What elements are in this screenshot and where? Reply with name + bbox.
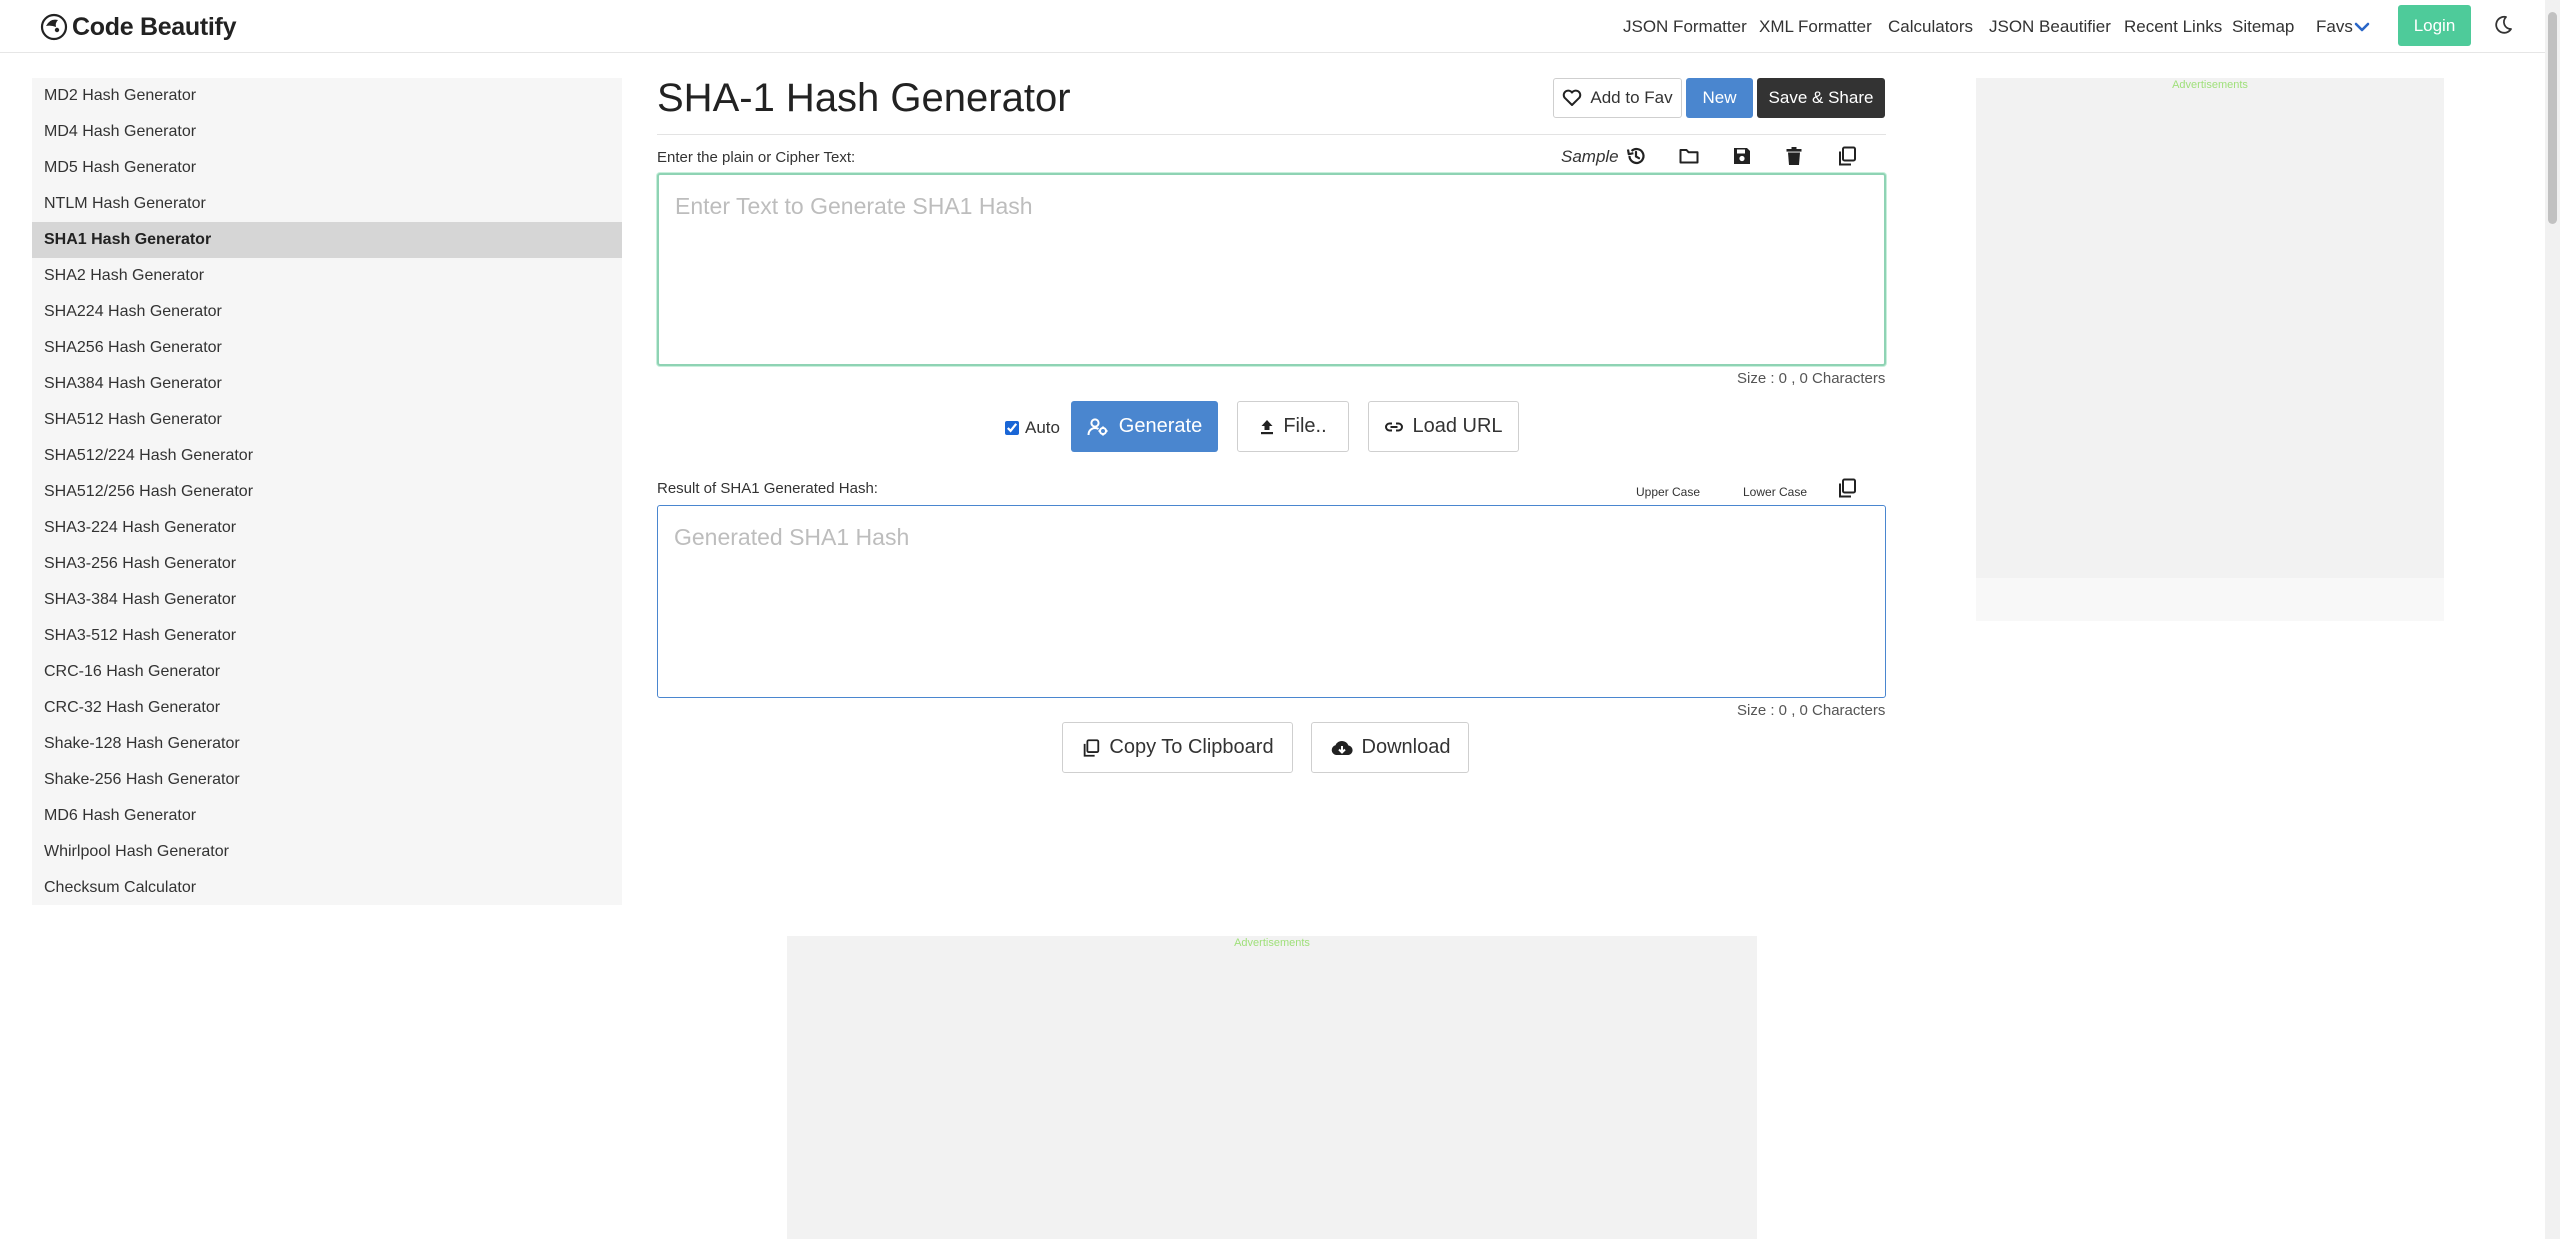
output-label: Result of SHA1 Generated Hash:	[657, 480, 878, 497]
save-share-button[interactable]: Save & Share	[1757, 78, 1885, 118]
sidebar-item-sha1[interactable]: SHA1 Hash Generator	[32, 222, 622, 258]
load-url-label: Load URL	[1412, 415, 1503, 437]
nav-json-formatter[interactable]: JSON Formatter	[1623, 17, 1747, 37]
upper-case-link[interactable]: Upper Case	[1636, 485, 1700, 499]
download-button[interactable]: Download	[1311, 722, 1469, 773]
nav-xml-formatter[interactable]: XML Formatter	[1759, 17, 1872, 37]
ad-bottom-label: Advertisements	[1234, 937, 1310, 949]
lower-case-link[interactable]: Lower Case	[1743, 485, 1807, 499]
sidebar-item-sha224[interactable]: SHA224 Hash Generator	[32, 294, 622, 330]
auto-label: Auto	[1025, 418, 1060, 437]
nav-favs[interactable]: Favs	[2316, 17, 2353, 37]
output-size-label: Size : 0 , 0 Characters	[1737, 702, 1886, 719]
generate-button[interactable]: Generate	[1071, 401, 1218, 452]
hash-output[interactable]	[657, 505, 1886, 698]
ad-right-label: Advertisements	[2172, 79, 2248, 91]
save-icon[interactable]	[1731, 145, 1753, 167]
upload-icon	[1261, 419, 1274, 434]
copy-to-clipboard-label: Copy To Clipboard	[1109, 736, 1274, 758]
scrollbar-thumb[interactable]	[2548, 12, 2557, 224]
auto-toggle[interactable]: Auto	[1005, 418, 1060, 438]
copy-result-icon[interactable]	[1836, 477, 1858, 499]
sidebar-item-sha384[interactable]: SHA384 Hash Generator	[32, 366, 622, 402]
nav-sitemap[interactable]: Sitemap	[2232, 17, 2294, 37]
plain-text-input[interactable]	[657, 173, 1886, 366]
sidebar-item-shake128[interactable]: Shake-128 Hash Generator	[32, 726, 622, 762]
nav-calculators[interactable]: Calculators	[1888, 17, 1973, 37]
input-label: Enter the plain or Cipher Text:	[657, 149, 856, 166]
cloud-download-icon	[1331, 740, 1353, 755]
clipboard-icon	[1084, 738, 1100, 757]
sidebar-item-sha3-384[interactable]: SHA3-384 Hash Generator	[32, 582, 622, 618]
nav-json-beautifier[interactable]: JSON Beautifier	[1989, 17, 2111, 37]
title-divider	[657, 134, 1886, 135]
sidebar-item-shake256[interactable]: Shake-256 Hash Generator	[32, 762, 622, 798]
sidebar-item-ntlm[interactable]: NTLM Hash Generator	[32, 186, 622, 222]
add-to-fav-label: Add to Fav	[1590, 88, 1673, 107]
auto-checkbox[interactable]	[1005, 421, 1019, 435]
copy-icon[interactable]	[1836, 145, 1858, 167]
sidebar-item-md4[interactable]: MD4 Hash Generator	[32, 114, 622, 150]
sidebar: MD2 Hash Generator MD4 Hash Generator MD…	[32, 78, 622, 905]
new-button[interactable]: New	[1686, 78, 1753, 118]
brand-logo-icon	[40, 13, 68, 41]
sidebar-item-crc32[interactable]: CRC-32 Hash Generator	[32, 690, 622, 726]
sidebar-item-sha2[interactable]: SHA2 Hash Generator	[32, 258, 622, 294]
trash-icon[interactable]	[1783, 145, 1805, 167]
sidebar-item-md2[interactable]: MD2 Hash Generator	[32, 78, 622, 114]
sidebar-item-sha512[interactable]: SHA512 Hash Generator	[32, 402, 622, 438]
history-icon[interactable]	[1625, 145, 1647, 167]
top-navbar: Code Beautify JSON Formatter XML Formatt…	[0, 0, 2560, 53]
copy-to-clipboard-button[interactable]: Copy To Clipboard	[1062, 722, 1293, 773]
nav-recent-links[interactable]: Recent Links	[2124, 17, 2222, 37]
brand-name: Code Beautify	[72, 12, 237, 41]
download-label: Download	[1361, 736, 1451, 758]
heart-icon	[1563, 89, 1582, 106]
sidebar-item-sha3-512[interactable]: SHA3-512 Hash Generator	[32, 618, 622, 654]
sidebar-item-sha256[interactable]: SHA256 Hash Generator	[32, 330, 622, 366]
input-size-label: Size : 0 , 0 Characters	[1737, 370, 1886, 387]
moon-icon[interactable]	[2492, 14, 2514, 36]
sidebar-item-md6[interactable]: MD6 Hash Generator	[32, 798, 622, 834]
user-gear-icon	[1087, 417, 1108, 435]
sidebar-item-crc16[interactable]: CRC-16 Hash Generator	[32, 654, 622, 690]
generate-label: Generate	[1118, 415, 1203, 437]
ad-right-footer	[1976, 578, 2444, 621]
ad-right: Advertisements	[1976, 78, 2444, 578]
sidebar-item-whirlpool[interactable]: Whirlpool Hash Generator	[32, 834, 622, 870]
brand[interactable]: Code Beautify	[40, 10, 236, 44]
sidebar-item-sha512-224[interactable]: SHA512/224 Hash Generator	[32, 438, 622, 474]
chevron-down-icon[interactable]	[2354, 20, 2370, 34]
sidebar-item-md5[interactable]: MD5 Hash Generator	[32, 150, 622, 186]
sidebar-item-sha512-256[interactable]: SHA512/256 Hash Generator	[32, 474, 622, 510]
login-button[interactable]: Login	[2398, 5, 2471, 46]
page-title: SHA-1 Hash Generator	[657, 76, 1071, 120]
sample-link[interactable]: Sample	[1561, 147, 1619, 167]
file-button[interactable]: File..	[1237, 401, 1349, 452]
sidebar-item-sha3-256[interactable]: SHA3-256 Hash Generator	[32, 546, 622, 582]
file-label: File..	[1283, 415, 1327, 437]
ad-bottom: Advertisements	[787, 936, 1757, 1239]
load-url-button[interactable]: Load URL	[1368, 401, 1519, 452]
link-icon	[1385, 422, 1404, 431]
sidebar-item-sha3-224[interactable]: SHA3-224 Hash Generator	[32, 510, 622, 546]
add-to-fav-button[interactable]: Add to Fav	[1553, 78, 1682, 118]
sidebar-item-checksum[interactable]: Checksum Calculator	[32, 870, 622, 906]
folder-icon[interactable]	[1678, 145, 1700, 167]
